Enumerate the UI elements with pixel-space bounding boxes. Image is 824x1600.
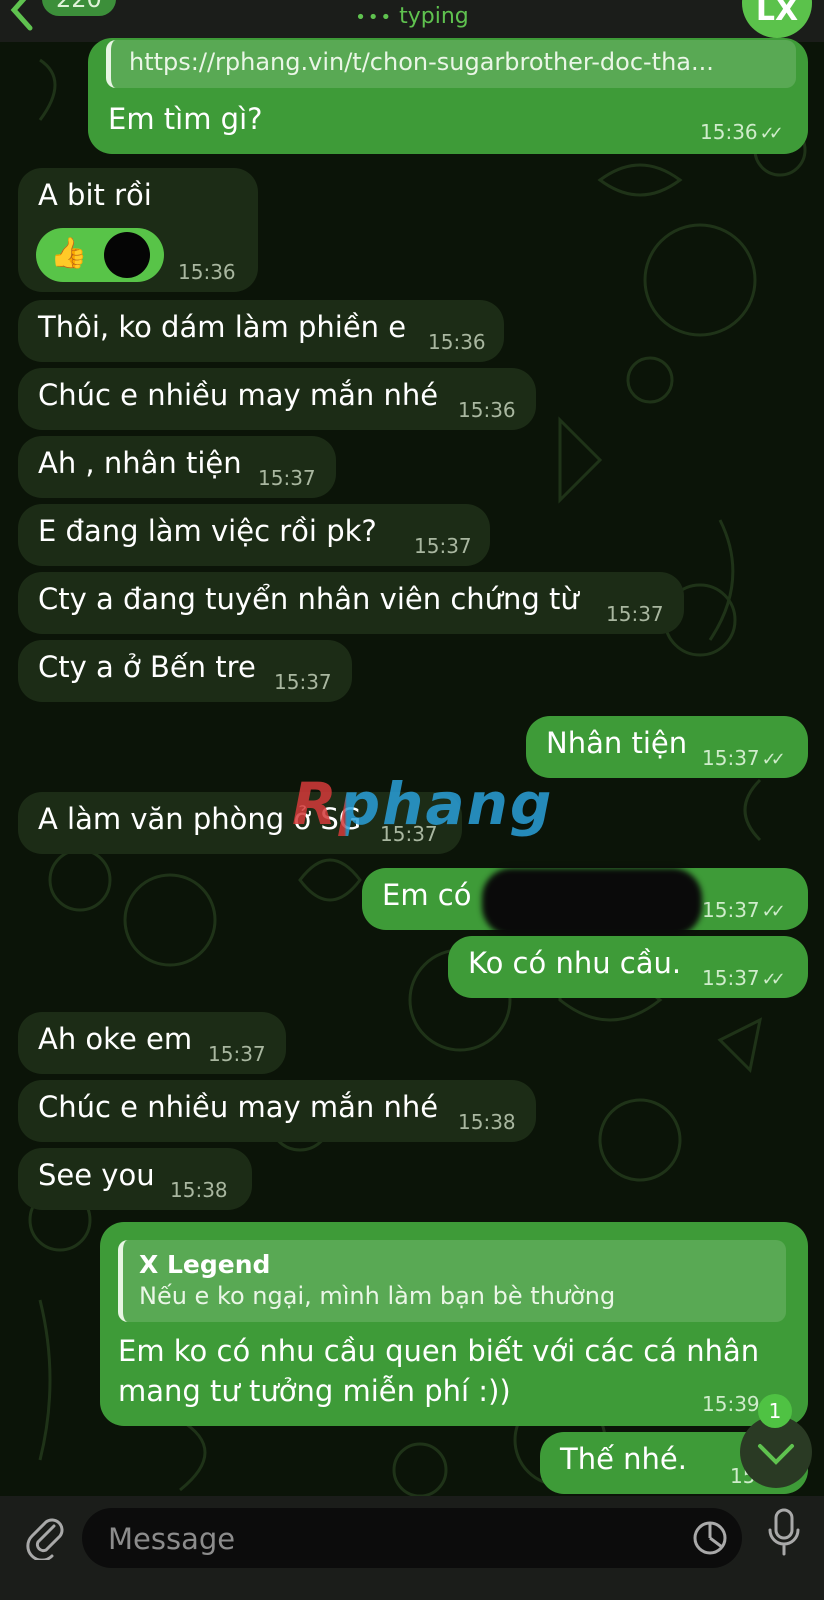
message-text: Em ko có nhu cầu quen biết với các cá nh… xyxy=(118,1334,760,1368)
typing-dots-icon: ••• xyxy=(355,7,394,28)
message-text: Em tìm gì? xyxy=(108,102,263,136)
message-text: Ko có nhu cầu. xyxy=(468,946,682,980)
link-preview-url[interactable]: https://rphang.vin/t/chon-sugarbrother-d… xyxy=(129,48,714,76)
reply-text: Nếu e ko ngại, mình làm bạn bè thường xyxy=(139,1282,616,1310)
incoming-message[interactable]: Cty a ở Bến tre 15:37 xyxy=(18,640,352,702)
message-text: Ah , nhân tiện xyxy=(38,446,242,480)
reaction-pill[interactable]: 👍 xyxy=(36,228,164,282)
message-text: Cty a đang tuyển nhân viên chứng từ xyxy=(38,582,579,616)
message-text: Nhân tiện xyxy=(546,726,688,760)
reactor-avatar xyxy=(104,232,150,278)
message-time: 15:37 xyxy=(414,534,472,558)
message-time: 15:37 ✓✓ xyxy=(702,746,786,770)
microphone-icon xyxy=(768,1508,800,1556)
incoming-message[interactable]: Ah oke em 15:37 xyxy=(18,1012,286,1074)
double-check-icon: ✓✓ xyxy=(761,749,786,770)
message-text: See you xyxy=(38,1158,155,1192)
contact-avatar[interactable]: LX xyxy=(742,0,812,38)
message-text: Thôi, ko dám làm phiền e xyxy=(38,310,407,344)
message-text: mang tư tưởng miễn phí :)) xyxy=(118,1374,511,1408)
rphang-watermark-logo: Rphang xyxy=(292,770,554,838)
message-time: 15:37 xyxy=(258,466,316,490)
incoming-message[interactable]: E đang làm việc rồi pk? 15:37 xyxy=(18,504,490,566)
incoming-message[interactable]: Chúc e nhiều may mắn nhé 15:36 xyxy=(18,368,536,430)
voice-record-button[interactable] xyxy=(764,1506,804,1562)
double-check-icon: ✓✓ xyxy=(761,901,786,922)
message-time: 15:36 xyxy=(428,330,486,354)
message-input-field[interactable] xyxy=(82,1508,742,1570)
message-time: 15:37 xyxy=(208,1042,266,1066)
outgoing-message[interactable]: Ko có nhu cầu. 15:37 ✓✓ xyxy=(448,936,808,998)
message-time: 15:38 xyxy=(458,1110,516,1134)
message-text: Cty a ở Bến tre xyxy=(38,650,256,684)
sticker-button[interactable] xyxy=(692,1520,728,1556)
outgoing-message[interactable]: https://rphang.vin/t/chon-sugarbrother-d… xyxy=(88,38,808,154)
paperclip-icon xyxy=(26,1518,64,1562)
reply-author: X Legend xyxy=(139,1250,271,1279)
link-preview[interactable]: https://rphang.vin/t/chon-sugarbrother-d… xyxy=(106,40,796,88)
chevron-down-icon xyxy=(758,1444,794,1465)
message-time: 15:37 xyxy=(606,602,664,626)
sticker-icon xyxy=(693,1521,727,1555)
message-time: 15:37 ✓✓ xyxy=(702,898,786,922)
outgoing-message[interactable]: X Legend Nếu e ko ngại, mình làm bạn bè … xyxy=(100,1222,808,1426)
new-messages-badge: 1 xyxy=(758,1394,792,1428)
message-time: 15:37 xyxy=(274,670,332,694)
message-text: Em có xyxy=(382,878,472,912)
message-time: 15:38 xyxy=(170,1178,228,1202)
message-text: Thế nhé. xyxy=(560,1442,687,1476)
incoming-message[interactable]: Cty a đang tuyển nhân viên chứng từ 15:3… xyxy=(18,572,684,634)
message-text: Chúc e nhiều may mắn nhé xyxy=(38,378,439,412)
incoming-message[interactable]: A bit rồi 👍 15:36 xyxy=(18,168,258,292)
message-time: 15:36 xyxy=(178,260,236,284)
message-text: Chúc e nhiều may mắn nhé xyxy=(38,1090,439,1124)
double-check-icon: ✓✓ xyxy=(761,969,786,990)
message-time: 15:37 ✓✓ xyxy=(702,966,786,990)
message-text: Ah oke em xyxy=(38,1022,193,1056)
message-time: 15:36 xyxy=(458,398,516,422)
reply-quote[interactable]: X Legend Nếu e ko ngại, mình làm bạn bè … xyxy=(118,1240,786,1322)
message-time: 15:36 ✓✓ xyxy=(700,120,784,144)
redacted-area xyxy=(482,868,702,936)
chat-header: 220 •••typing LX xyxy=(0,0,824,42)
outgoing-message[interactable]: Nhân tiện 15:37 ✓✓ xyxy=(526,716,808,778)
message-time: 15:39 xyxy=(702,1392,760,1416)
incoming-message[interactable]: Ah , nhân tiện 15:37 xyxy=(18,436,336,498)
incoming-message[interactable]: Chúc e nhiều may mắn nhé 15:38 xyxy=(18,1080,536,1142)
typing-status: ••• typing xyxy=(355,4,469,29)
thumbs-up-icon: 👍 xyxy=(50,236,88,271)
composer-bar xyxy=(0,1496,824,1600)
double-check-icon: ✓✓ xyxy=(759,123,784,144)
message-text: A bit rồi xyxy=(38,178,152,212)
incoming-message[interactable]: Thôi, ko dám làm phiền e 15:36 xyxy=(18,300,504,362)
incoming-message[interactable]: See you 15:38 xyxy=(18,1148,252,1210)
message-input[interactable] xyxy=(106,1508,670,1570)
message-text: E đang làm việc rồi pk? xyxy=(38,514,377,548)
attach-button[interactable] xyxy=(20,1510,68,1562)
